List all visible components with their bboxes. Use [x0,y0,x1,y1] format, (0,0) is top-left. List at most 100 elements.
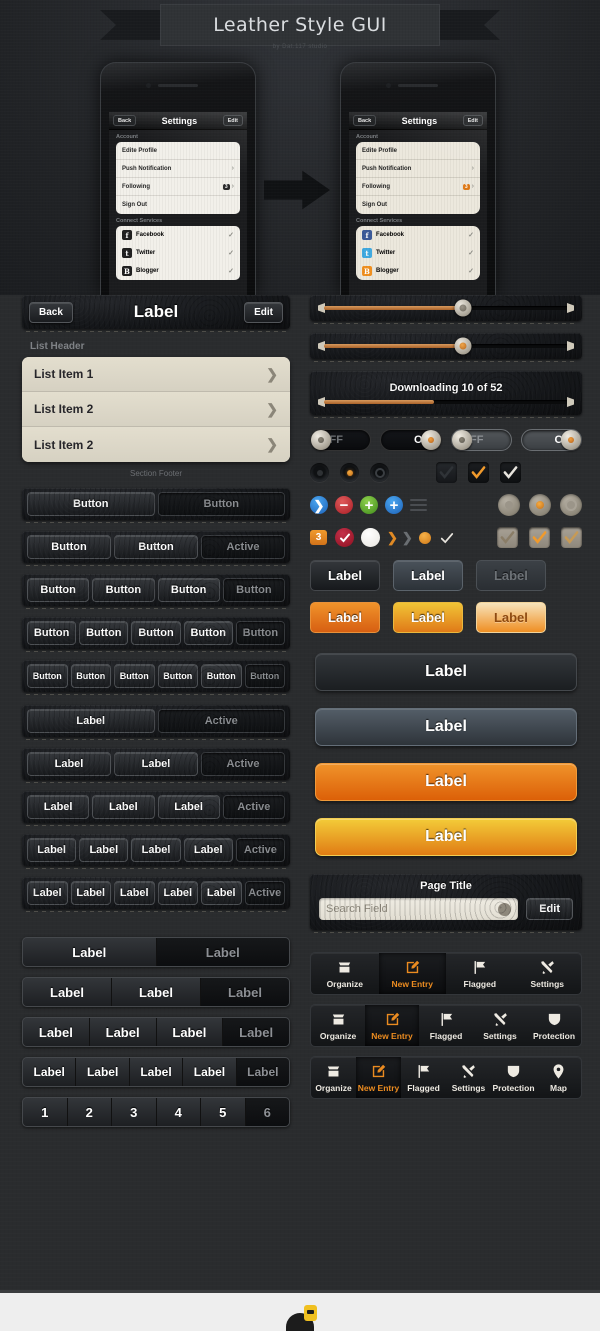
tabbar-item-map[interactable]: Map [536,1057,581,1098]
tab-item[interactable]: Label [23,1018,90,1046]
segment-button[interactable]: Label [27,881,68,905]
phone-row-following[interactable]: Following 3 › [116,178,240,196]
light-checkbox-1[interactable] [497,527,518,548]
segment-button[interactable]: Label [27,752,111,776]
tab-item[interactable]: Label [129,1058,184,1086]
phone-row-following[interactable]: Following 3 › [356,178,480,196]
segment-button[interactable]: Label [114,752,198,776]
toggle-knob[interactable] [561,430,581,450]
slider-knob[interactable] [454,337,472,355]
segment-button[interactable]: Button [131,621,181,645]
tab-item[interactable]: Label [23,938,157,966]
segment-button[interactable]: Button [157,578,220,602]
segment-button[interactable]: Label [79,838,129,862]
tab-item[interactable]: Label [89,1018,157,1046]
light-radio-ring[interactable] [560,494,582,516]
segment-button[interactable]: Button [27,621,77,645]
pager-item[interactable]: 6 [245,1098,289,1126]
segment-button[interactable]: Button [222,578,285,602]
tab-item[interactable]: Label [76,1058,130,1086]
disclosure-icon[interactable]: ❯ [310,496,328,514]
plus-blue-icon[interactable]: + [385,496,403,514]
tabbar-item-flagged[interactable]: Flagged [401,1057,446,1098]
segment-button[interactable]: Label [157,795,220,819]
tabbar-item-organize[interactable]: Organize [311,1057,356,1098]
slider-knob[interactable] [454,299,472,317]
label-button-orange[interactable]: Label [310,602,380,633]
toggle-light-off[interactable]: OFF [450,429,512,451]
tab-group-5[interactable]: Label Label Label Label Label [22,1057,290,1087]
tabbar-item-protection[interactable]: Protection [527,1005,581,1046]
phone-row-push-notification[interactable]: Push Notification › [356,160,480,178]
segmented-control[interactable]: Label Label Label Label Label Active [27,881,285,905]
phone-back-button[interactable]: Back [113,115,137,126]
segment-button[interactable]: Active [201,535,285,559]
segment-button[interactable]: Label [131,838,181,862]
tab-item[interactable]: Label [23,1058,77,1086]
segment-button[interactable]: Button [244,664,285,688]
segment-button[interactable]: Label [27,709,155,733]
radio-ring[interactable] [370,463,389,482]
tab-item[interactable]: Label [236,1058,289,1086]
segment-button[interactable]: Button [79,621,129,645]
light-checkbox-2[interactable] [529,527,550,548]
big-button-dark[interactable]: Label [315,653,577,691]
segment-button-active[interactable]: Active [222,795,285,819]
segment-button[interactable]: Button [92,578,155,602]
toggle-knob[interactable] [311,430,331,450]
phone-row-twitter[interactable]: t Twitter ✓ [116,244,240,262]
segmented-control[interactable]: Label Active [27,709,285,733]
segment-button[interactable]: Button [157,664,198,688]
tab-group-2[interactable]: Label Label [22,937,290,967]
segment-button[interactable]: Label [92,795,155,819]
toggle-dark-on[interactable]: ON [380,429,442,451]
phone-row-push-notification[interactable]: Push Notification › [116,160,240,178]
phone-row-edit-profile[interactable]: Edite Profile [116,142,240,160]
pager-item[interactable]: 5 [201,1098,246,1126]
phone-back-button[interactable]: Back [353,115,377,126]
segmented-control[interactable]: Label Label Active [27,752,285,776]
segment-button[interactable]: Label [27,795,90,819]
clear-icon[interactable]: ✕ [498,902,512,916]
tab-group-3[interactable]: Label Label Label [22,977,290,1007]
phone-row-blogger[interactable]: B Blogger ✓ [116,262,240,280]
check-circle-icon[interactable] [335,528,354,547]
segment-button[interactable]: Button [114,664,155,688]
tabbar-item-organize[interactable]: Organize [311,1005,365,1046]
tab-group-4[interactable]: Label Label Label Label [22,1017,290,1047]
segment-button[interactable]: Button [114,535,198,559]
segment-button[interactable]: Label [157,881,198,905]
segmented-control[interactable]: Button Button [27,492,285,516]
segment-button[interactable]: Label [201,881,242,905]
segment-button[interactable]: Button [183,621,233,645]
pager-item[interactable]: 4 [156,1098,201,1126]
tabbar-item-new-entry[interactable]: New Entry [365,1005,419,1046]
pager-item[interactable]: 3 [112,1098,157,1126]
tabbar-item-protection[interactable]: Protection [491,1057,536,1098]
tabbar-item-new-entry[interactable]: New Entry [378,953,446,994]
list-item[interactable]: List Item 2 ❯ [22,392,290,427]
search-input[interactable]: Search Field ✕ [319,898,519,920]
phone-row-edit-profile[interactable]: Edite Profile [356,142,480,160]
segment-button[interactable]: Button [27,492,155,516]
segmented-control[interactable]: Button Button Active [27,535,285,559]
tabbar-item-organize[interactable]: Organize [311,953,379,994]
light-radio-selected[interactable] [529,494,551,516]
tabbar-item-new-entry[interactable]: New Entry [356,1057,401,1098]
segment-button[interactable]: Button [157,492,285,516]
segmented-control[interactable]: Button Button Button Button Button [27,621,285,645]
tab-item[interactable]: Label [183,1058,237,1086]
minus-icon[interactable]: − [335,496,353,514]
phone-row-sign-out[interactable]: Sign Out [116,196,240,214]
segment-button-active[interactable]: Active [244,881,285,905]
big-button-orange[interactable]: Label [315,763,577,801]
list-item[interactable]: List Item 2 ❯ [22,427,290,462]
segment-button-active[interactable]: Active [235,838,285,862]
label-button-cream[interactable]: Label [475,602,546,633]
phone-row-sign-out[interactable]: Sign Out [356,196,480,214]
tabbar-item-flagged[interactable]: Flagged [419,1005,473,1046]
segment-button-active[interactable]: Active [157,709,285,733]
tabbar-item-settings[interactable]: Settings [514,953,582,994]
tabbar-item-settings[interactable]: Settings [473,1005,527,1046]
segmented-control[interactable]: Button Button Button Button Button Butto… [27,664,285,688]
